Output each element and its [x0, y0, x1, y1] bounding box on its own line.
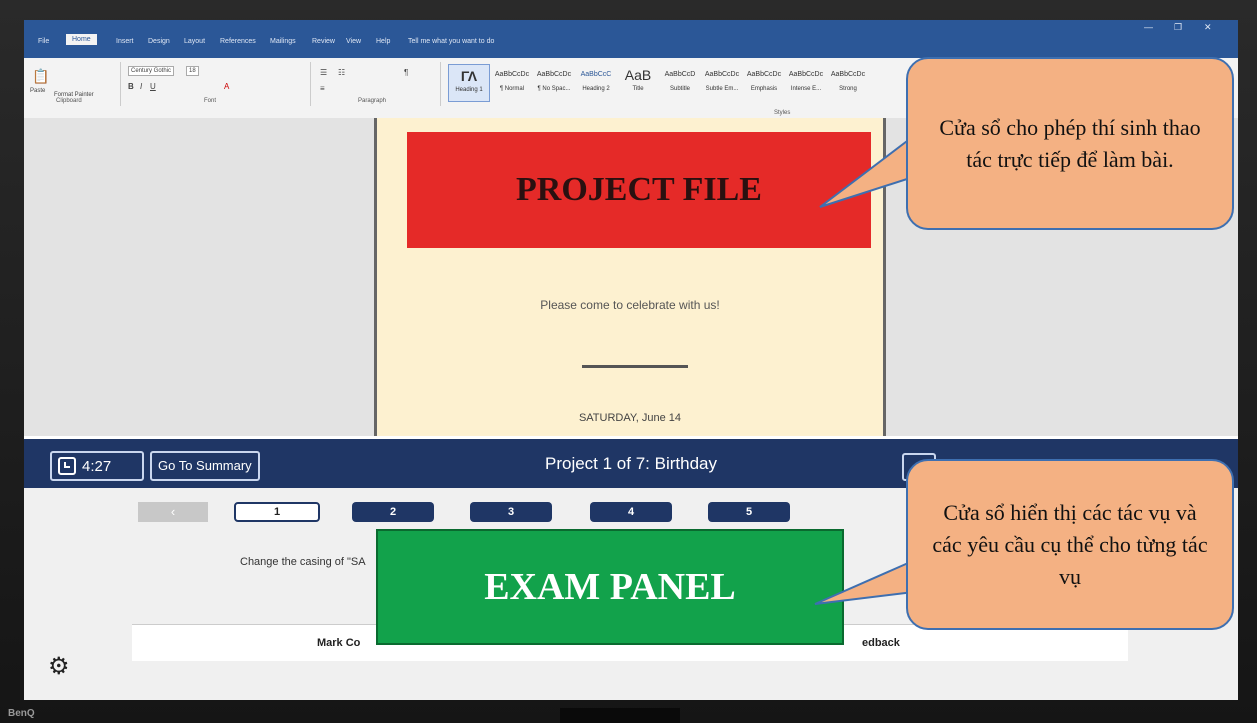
date-text[interactable]: SATURDAY, June 14: [377, 412, 883, 424]
clock-icon: [58, 457, 76, 475]
font-name-select[interactable]: Century Gothic: [128, 66, 175, 76]
task-tab-2[interactable]: 2: [352, 502, 434, 522]
styles-label: Styles: [774, 110, 791, 116]
timer-value: 4:27: [82, 457, 112, 475]
task-tab-4[interactable]: 4: [590, 502, 672, 522]
style-strong[interactable]: AaBbCcDc Strong: [828, 64, 868, 100]
previous-task-button[interactable]: ‹: [138, 502, 208, 522]
celebrate-text[interactable]: Please come to celebrate with us!: [377, 298, 883, 312]
font-label: Font: [204, 98, 217, 104]
feedback-button[interactable]: edback: [862, 637, 900, 649]
bold-button[interactable]: B: [128, 82, 134, 91]
paragraph-group: ☰ ☷ ¶ ≡ Paragraph: [314, 62, 441, 106]
style-emphasis[interactable]: AaBbCcDc Emphasis: [744, 64, 784, 100]
style-title[interactable]: AaB Title: [618, 64, 658, 100]
restore-icon[interactable]: ❐: [1174, 22, 1182, 33]
align-icon[interactable]: ≡: [320, 84, 325, 93]
font-group: Century Gothic 18 B I U A Font: [124, 62, 311, 106]
gear-icon[interactable]: ⚙: [48, 652, 70, 681]
tab-insert[interactable]: Insert: [116, 38, 134, 45]
monitor-brand-logo: BenQ: [8, 708, 35, 719]
tab-file[interactable]: File: [38, 38, 49, 45]
exam-panel-label-text: EXAM PANEL: [484, 566, 736, 608]
clipboard-group: 📋 Paste Format Painter Clipboard: [28, 62, 121, 106]
monitor-frame: — ❐ ✕ File Home Insert Design Layout Ref…: [0, 0, 1257, 723]
style-heading-2[interactable]: AaBbCcC Heading 2: [576, 64, 616, 100]
style-no-spacing[interactable]: AaBbCcDc ¶ No Spac...: [534, 64, 574, 100]
tab-home[interactable]: Home: [66, 34, 97, 45]
tab-mailings[interactable]: Mailings: [270, 38, 296, 45]
timer: 4:27: [50, 451, 144, 481]
clipboard-label: Clipboard: [56, 98, 82, 104]
paragraph-label: Paragraph: [358, 98, 387, 104]
tab-layout[interactable]: Layout: [184, 38, 205, 45]
bullets-icon[interactable]: ☰: [320, 68, 327, 77]
font-size-select[interactable]: 18: [186, 66, 199, 76]
minimize-icon[interactable]: —: [1144, 22, 1153, 32]
task-tab-5[interactable]: 5: [708, 502, 790, 522]
close-icon[interactable]: ✕: [1204, 22, 1212, 33]
task-tab-1[interactable]: 1: [234, 502, 320, 522]
italic-button[interactable]: I: [140, 82, 142, 91]
mark-complete-button[interactable]: Mark Co: [317, 637, 360, 649]
divider-line: [582, 365, 688, 368]
task-tab-3[interactable]: 3: [470, 502, 552, 522]
style-intense-emphasis[interactable]: AaBbCcDc Intense E...: [786, 64, 826, 100]
banner-text: PROJECT FILE: [516, 171, 762, 208]
tab-help[interactable]: Help: [376, 38, 390, 45]
tab-review[interactable]: Review: [312, 38, 335, 45]
word-title-bar: — ❐ ✕ File Home Insert Design Layout Ref…: [24, 20, 1238, 58]
task-instruction: Change the casing of "SA: [240, 556, 366, 568]
monitor-stand: [560, 708, 680, 723]
exam-panel-label: EXAM PANEL: [376, 529, 844, 645]
paste-icon[interactable]: 📋: [32, 68, 49, 85]
callout-exam-panel: Cửa sổ hiển thị các tác vụ và các yêu cầ…: [906, 459, 1234, 630]
pilcrow-icon[interactable]: ¶: [404, 68, 408, 77]
tab-references[interactable]: References: [220, 38, 256, 45]
style-subtitle[interactable]: AaBbCcD Subtitle: [660, 64, 700, 100]
style-heading-1[interactable]: ΓΛ Heading 1: [448, 64, 490, 102]
underline-button[interactable]: U: [150, 82, 156, 91]
callout-project-file-text: Cửa sổ cho phép thí sinh thao tác trực t…: [939, 114, 1201, 172]
document-page[interactable]: PROJECT FILE Please come to celebrate wi…: [374, 118, 886, 436]
go-to-summary-button[interactable]: Go To Summary: [150, 451, 260, 481]
project-file-banner: PROJECT FILE: [407, 132, 871, 248]
tab-design[interactable]: Design: [148, 38, 170, 45]
tell-me-search[interactable]: Tell me what you want to do: [408, 38, 494, 45]
style-normal[interactable]: AaBbCcDc ¶ Normal: [492, 64, 532, 100]
style-subtle-emphasis[interactable]: AaBbCcDc Subtle Em...: [702, 64, 742, 100]
font-color-button[interactable]: A: [224, 82, 229, 91]
paste-label[interactable]: Paste: [30, 88, 45, 94]
callout-exam-panel-text: Cửa sổ hiển thị các tác vụ và các yêu cầ…: [932, 499, 1208, 589]
numbering-icon[interactable]: ☷: [338, 68, 345, 77]
tab-view[interactable]: View: [346, 38, 361, 45]
callout-project-file: Cửa sổ cho phép thí sinh thao tác trực t…: [906, 57, 1234, 230]
